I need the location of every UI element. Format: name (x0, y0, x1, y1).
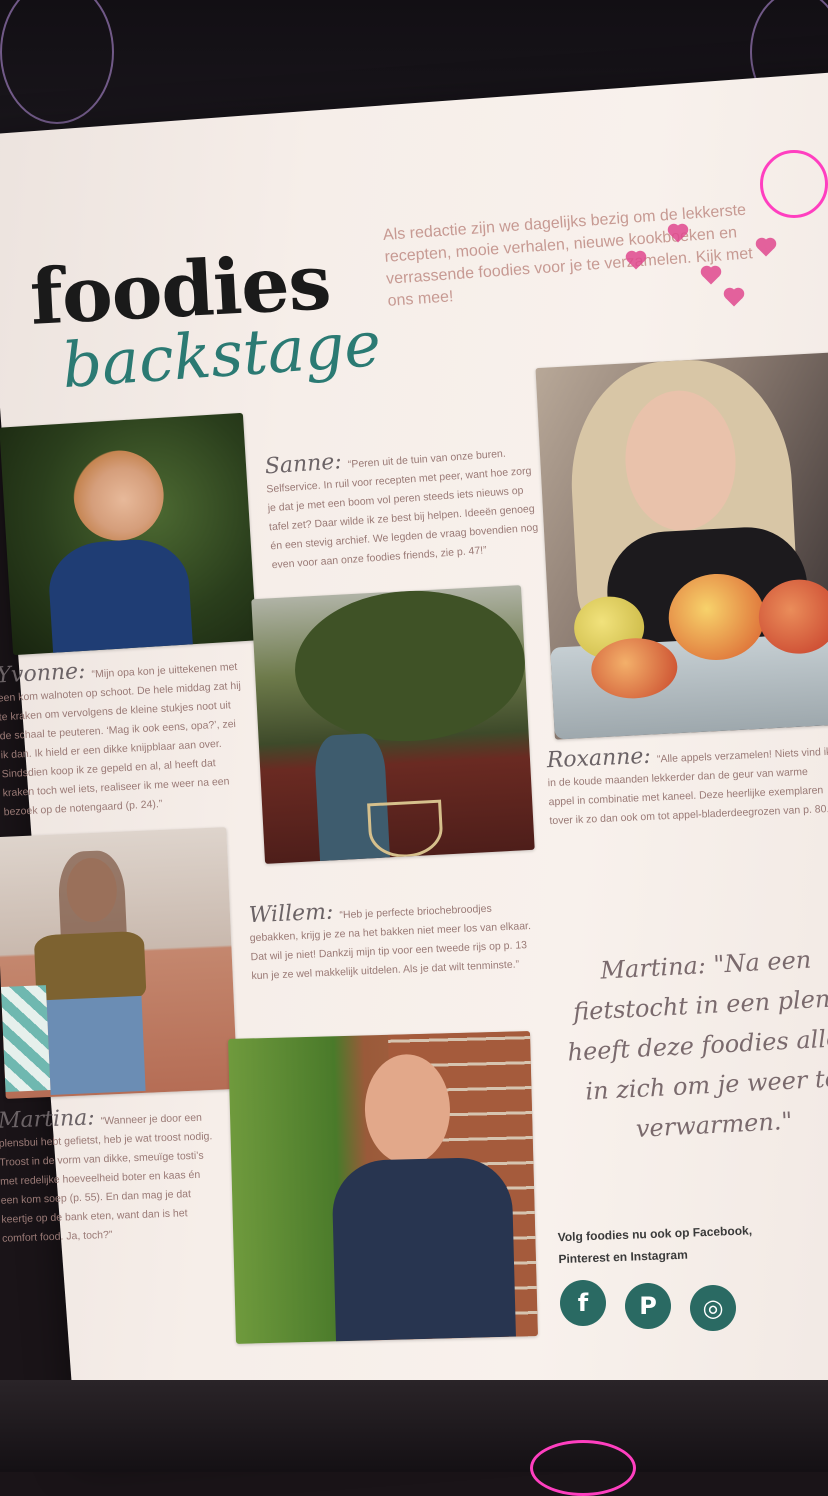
photo-martina (0, 827, 238, 1099)
facebook-icon[interactable]: f (560, 1280, 606, 1326)
person-figure (70, 447, 167, 544)
tree-canopy (291, 585, 529, 747)
photo-willem (228, 1031, 538, 1344)
caption-name: Roxanne: (546, 743, 652, 774)
caption-martina: Martina: “Wanneer je door een plensbui he… (0, 1104, 217, 1248)
caption-name: Sanne: (264, 449, 343, 480)
pinterest-icon[interactable]: P (625, 1283, 671, 1329)
caption-name: Yvonne: (0, 658, 87, 689)
intro-text: Als redactie zijn we dagelijks bezig om … (382, 201, 754, 310)
caption-name: Willem: (248, 899, 334, 929)
jeans (46, 995, 146, 1095)
sweater (33, 930, 147, 1006)
caption-yvonne: Yvonne: “Mijn opa kon je uittekenen met e… (0, 654, 249, 823)
page-content: foodies backstage Als redactie zijn we d… (0, 0, 828, 1472)
pull-quote: Martina: "Na een fietstocht in een plens… (566, 945, 828, 1143)
photo-sanne (251, 585, 535, 864)
pillow (0, 985, 51, 1092)
background-bottom (0, 1380, 828, 1472)
jacket (46, 536, 194, 656)
caption-roxanne: Roxanne: “Alle appels verzamelen! Niets v… (546, 739, 828, 831)
rose-doodle (760, 150, 828, 218)
caption-sanne: Sanne: “Peren uit de tuin van onze buren.… (264, 439, 542, 576)
instagram-icon[interactable]: ◎ (690, 1285, 736, 1331)
caption-name: Martina: (0, 1105, 96, 1134)
photo-roxanne (535, 352, 828, 740)
shirt (331, 1156, 516, 1342)
social-follow-text: Volg foodies nu ook op Facebook, Pintere… (557, 1223, 753, 1267)
caption-willem: Willem: “Heb je perfecte briochebroodjes … (248, 894, 536, 986)
rose-doodle (530, 1440, 636, 1496)
photo-yvonne (0, 412, 257, 656)
